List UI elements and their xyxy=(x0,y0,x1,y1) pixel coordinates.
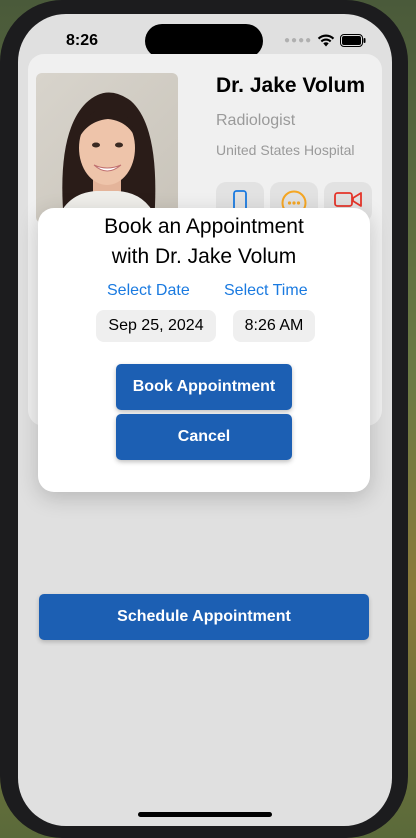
schedule-appointment-button[interactable]: Schedule Appointment xyxy=(39,594,369,640)
screen: 8:26 ●●●● Dr. Jake Volum Radiologist Uni… xyxy=(18,14,392,826)
time-picker[interactable]: 8:26 AM xyxy=(233,310,315,342)
booking-modal: Book an Appointment with Dr. Jake Volum … xyxy=(38,208,370,492)
status-time: 8:26 xyxy=(66,32,99,49)
doctor-portrait-icon xyxy=(56,92,158,223)
video-icon xyxy=(334,192,362,207)
doctor-photo xyxy=(36,73,178,223)
wifi-icon xyxy=(317,34,335,47)
dynamic-island xyxy=(145,24,263,58)
modal-title-line1: Book an Appointment xyxy=(104,215,304,238)
doctor-hospital: United States Hospital xyxy=(216,142,355,158)
doctor-specialty: Radiologist xyxy=(216,112,296,129)
signal-icon: ●●●● xyxy=(284,35,313,46)
date-picker[interactable]: Sep 25, 2024 xyxy=(96,310,216,342)
status-icons: ●●●● xyxy=(284,34,366,47)
modal-title-line2: with Dr. Jake Volum xyxy=(111,245,297,268)
doctor-name: Dr. Jake Volum xyxy=(216,74,366,97)
phone-frame: 8:26 ●●●● Dr. Jake Volum Radiologist Uni… xyxy=(0,0,408,838)
select-time-label[interactable]: Select Time xyxy=(224,282,308,300)
book-appointment-button[interactable]: Book Appointment xyxy=(116,364,292,410)
select-date-label[interactable]: Select Date xyxy=(107,282,190,300)
cancel-button[interactable]: Cancel xyxy=(116,414,292,460)
battery-icon xyxy=(340,34,366,47)
home-indicator xyxy=(138,812,272,817)
